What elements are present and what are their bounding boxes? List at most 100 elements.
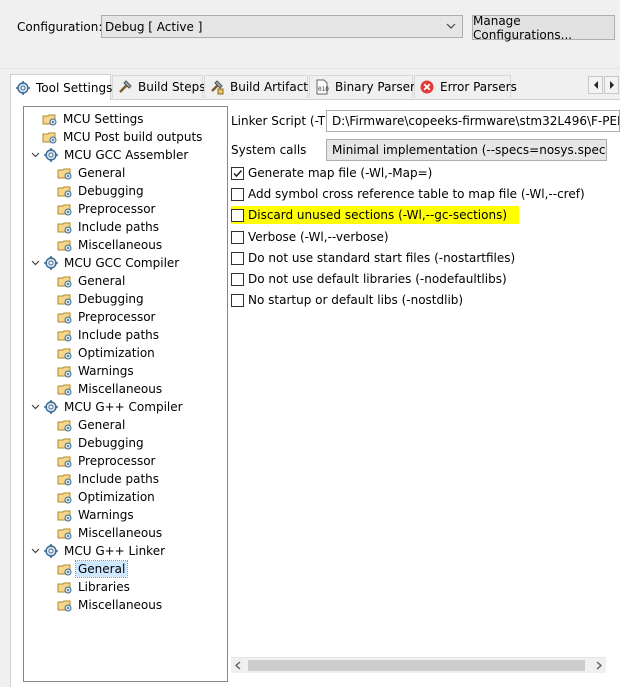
nodefaultlibs-checkbox[interactable] <box>231 272 244 286</box>
settings-gear-icon <box>44 400 58 414</box>
tabs-scroll-right-button[interactable] <box>604 76 619 94</box>
settings-folder-icon <box>57 564 72 576</box>
verbose-option[interactable]: Verbose (-Wl,--verbose) <box>231 228 389 246</box>
tabs-scroll-left-button[interactable] <box>588 76 603 94</box>
tree-item-node[interactable]: Include paths <box>57 326 161 344</box>
tree-node-label: Include paths <box>78 328 160 342</box>
system-calls-select[interactable]: Minimal implementation (--specs=nosys.sp… <box>326 139 607 161</box>
discard-unused-sections-option[interactable]: Discard unused sections (-Wl,--gc-sectio… <box>231 206 519 224</box>
tab-build-steps[interactable]: Build Steps <box>112 75 206 98</box>
nostdlib-checkbox[interactable] <box>231 293 244 307</box>
settings-folder-icon <box>57 276 72 288</box>
chevron-down-icon[interactable] <box>30 542 41 560</box>
tree-item-node[interactable]: Include paths <box>57 470 161 488</box>
tab-tool-settings[interactable]: Tool Settings <box>10 74 113 100</box>
scroll-left-arrow-icon[interactable] <box>234 661 243 670</box>
settings-folder-icon <box>57 204 72 216</box>
tab-label: Build Steps <box>138 80 206 94</box>
settings-folder-icon <box>57 222 72 234</box>
settings-folder-icon <box>57 294 72 306</box>
tree-node-label: Miscellaneous <box>78 382 163 396</box>
nostdlib-option[interactable]: No startup or default libs (-nostdlib) <box>231 291 463 309</box>
option-label: Verbose (-Wl,--verbose) <box>248 230 389 244</box>
tree-item-node[interactable]: General <box>57 272 127 290</box>
tree-item-node[interactable]: Debugging <box>57 434 146 452</box>
settings-folder-icon <box>57 240 72 252</box>
settings-folder-icon <box>57 186 72 198</box>
tab-error-parsers[interactable]: Error Parsers <box>414 75 517 98</box>
tree-group-node[interactable]: MCU G++ Compiler <box>30 398 185 416</box>
tree-node-label: Debugging <box>78 436 144 450</box>
option-label: Generate map file (-Wl,-Map=) <box>248 166 433 180</box>
tree-node-label: Miscellaneous <box>78 598 163 612</box>
settings-folder-icon <box>57 366 72 378</box>
tree-item-node[interactable]: Debugging <box>57 290 146 308</box>
tree-item-node[interactable]: MCU Settings <box>42 110 146 128</box>
chevron-down-icon[interactable] <box>30 146 41 164</box>
nodefaultlibs-option[interactable]: Do not use default libraries (-nodefault… <box>231 270 507 288</box>
tree-item-node[interactable]: General <box>57 164 127 182</box>
tree-group-node[interactable]: MCU GCC Compiler <box>30 254 181 272</box>
checkmark-icon <box>233 169 243 177</box>
linker-script-input[interactable]: D:\Firmware\copeeks-firmware\stm32L496\F… <box>326 110 620 132</box>
scroll-right-arrow-icon[interactable] <box>594 661 603 670</box>
tree-item-node[interactable]: Miscellaneous <box>57 524 164 542</box>
tree-item-node[interactable]: General <box>57 416 127 434</box>
tree-item-node[interactable]: General <box>57 560 129 578</box>
tree-node-label: Miscellaneous <box>78 238 163 252</box>
chevron-right-icon <box>609 81 614 89</box>
chevron-down-icon[interactable] <box>30 254 41 272</box>
tab-binary-parsers[interactable]: 010 Binary Parsers <box>309 75 421 98</box>
tab-build-artifact[interactable]: Build Artifact <box>204 75 308 98</box>
tree-node-label: General <box>78 166 126 180</box>
nostartfiles-option[interactable]: Do not use standard start files (-nostar… <box>231 249 515 267</box>
tab-label: Binary Parsers <box>335 80 422 94</box>
configuration-select[interactable]: Debug [ Active ] <box>101 15 463 38</box>
tree-node-label: Preprocessor <box>78 202 156 216</box>
chevron-down-icon <box>446 23 456 29</box>
tree-node-label: Libraries <box>78 580 130 594</box>
system-calls-value: Minimal implementation (--specs=nosys.sp… <box>332 143 607 157</box>
tree-item-node[interactable]: Optimization <box>57 488 157 506</box>
option-label: Do not use default libraries (-nodefault… <box>248 272 507 286</box>
tab-label: Tool Settings <box>36 80 113 95</box>
tree-item-node[interactable]: Preprocessor <box>57 452 157 470</box>
horizontal-scrollbar[interactable] <box>231 657 606 673</box>
settings-gear-icon <box>44 544 58 558</box>
generate-map-file-option[interactable]: Generate map file (-Wl,-Map=) <box>231 164 432 182</box>
verbose-checkbox[interactable] <box>231 230 244 244</box>
tree-item-node[interactable]: Libraries <box>57 578 132 596</box>
nostartfiles-checkbox[interactable] <box>231 251 244 265</box>
option-label: Add symbol cross reference table to map … <box>248 187 585 201</box>
settings-folder-icon <box>57 600 72 612</box>
tree-node-label: Preprocessor <box>78 454 156 468</box>
configuration-selected-value: Debug [ Active ] <box>105 19 203 34</box>
settings-folder-icon <box>57 492 72 504</box>
tree-item-node[interactable]: Debugging <box>57 182 146 200</box>
tab-strip: Tool Settings Build Steps Build Artifact… <box>10 74 620 100</box>
chevron-down-icon[interactable] <box>30 398 41 416</box>
tree-item-node[interactable]: Miscellaneous <box>57 236 164 254</box>
tree-node-label: MCU GCC Assembler <box>64 148 189 162</box>
cref-table-checkbox[interactable] <box>231 187 244 201</box>
scrollbar-thumb[interactable] <box>248 660 585 671</box>
tree-group-node[interactable]: MCU G++ Linker <box>30 542 167 560</box>
tree-group-node[interactable]: MCU GCC Assembler <box>30 146 190 164</box>
tree-node-label: General <box>78 274 126 288</box>
tree-item-node[interactable]: Preprocessor <box>57 308 157 326</box>
tree-item-node[interactable]: MCU Post build outputs <box>42 128 204 146</box>
tree-node-label: MCU Post build outputs <box>63 130 203 144</box>
tree-item-node[interactable]: Warnings <box>57 506 136 524</box>
cref-table-option[interactable]: Add symbol cross reference table to map … <box>231 185 585 203</box>
manage-configurations-button[interactable]: Manage Configurations... <box>472 14 615 42</box>
tree-item-node[interactable]: Miscellaneous <box>57 380 164 398</box>
tree-item-node[interactable]: Optimization <box>57 344 157 362</box>
generate-map-file-checkbox[interactable] <box>231 166 244 180</box>
chevron-left-icon <box>593 81 598 89</box>
tree-item-node[interactable]: Include paths <box>57 218 161 236</box>
tree-item-node[interactable]: Preprocessor <box>57 200 157 218</box>
tree-item-node[interactable]: Miscellaneous <box>57 596 164 614</box>
tree-node-label: MCU G++ Compiler <box>64 400 183 414</box>
discard-unused-sections-checkbox[interactable] <box>231 208 244 222</box>
tree-item-node[interactable]: Warnings <box>57 362 136 380</box>
